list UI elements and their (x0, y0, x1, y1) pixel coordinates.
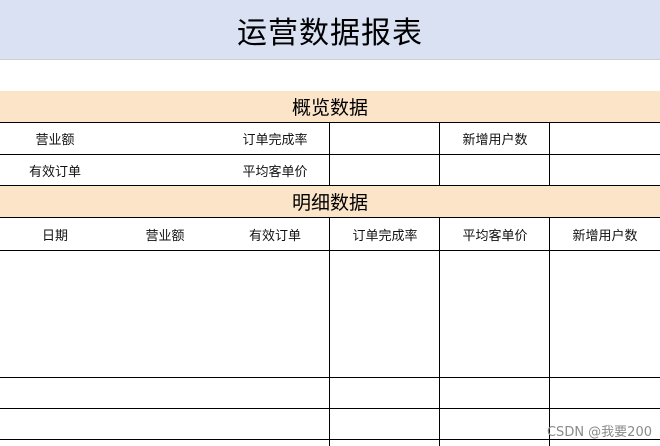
detail-header-completion-rate: 订单完成率 (352, 228, 418, 244)
new-users-label: 新增用户数 (462, 133, 528, 148)
detail-col-divider (549, 217, 550, 446)
detail-row-divider (0, 377, 660, 378)
detail-row-divider (0, 408, 660, 409)
revenue-label: 营业额 (35, 133, 75, 148)
title-divider (0, 59, 660, 60)
avg-price-label: 平均客单价 (242, 164, 308, 180)
detail-header-divider (0, 250, 660, 251)
watermark: CSDN @我要200 (546, 425, 652, 440)
valid-orders-label: 有效订单 (28, 164, 81, 180)
detail-header-revenue: 营业额 (145, 228, 185, 244)
completion-rate-label: 订单完成率 (242, 133, 308, 148)
detail-header-valid-orders: 有效订单 (248, 228, 301, 244)
detail-header-date: 日期 (41, 228, 68, 244)
detail-header-new-users: 新增用户数 (572, 228, 638, 244)
detail-section-title: 明细数据 (0, 186, 660, 217)
report-title: 运营数据报表 (237, 15, 423, 51)
detail-col-divider (439, 217, 440, 446)
detail-header-avg-price: 平均客单价 (462, 228, 528, 244)
detail-col-divider (329, 217, 330, 446)
overview-section-title: 概览数据 (0, 91, 660, 122)
